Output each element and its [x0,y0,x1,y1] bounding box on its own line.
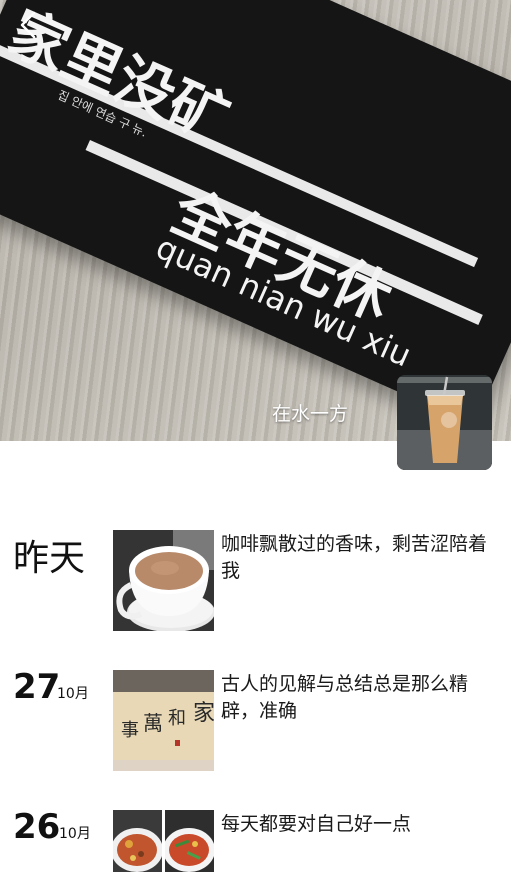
svg-text:和: 和 [168,708,186,729]
post-caption[interactable]: 古人的见解与总结总是那么精辟，准确 [221,671,491,725]
post-photo-dish-2[interactable] [165,810,214,872]
svg-text:萬: 萬 [143,711,163,735]
svg-text:事: 事 [121,720,139,741]
post-caption[interactable]: 咖啡飘散过的香味，剩苦涩陪着我 [221,531,491,585]
moment-post: 昨天 咖啡飘散过的香味，剩苦涩陪着我 [0,529,511,639]
back-chevron-icon[interactable] [14,10,42,40]
post-photo-calligraphy[interactable]: 事 萬 和 家 [113,670,214,771]
post-photo-coffee[interactable] [113,530,214,631]
post-date-month: 10月 [59,826,91,842]
post-date-month: 10月 [57,686,89,702]
post-caption[interactable]: 每天都要对自己好一点 [221,811,491,838]
post-date: 昨天 [13,538,86,579]
post-date-day: 27 [13,667,61,707]
moment-post: 26 10月 每天都要对自己好一点 [0,807,511,872]
moment-post: 27 10月 事 萬 和 家 古人的见解与总结总是那么精辟，准确 [0,667,511,779]
post-photo-dish-1[interactable] [113,810,162,872]
svg-text:家: 家 [193,701,214,726]
avatar[interactable] [397,375,492,470]
profile-name[interactable]: 在水一方 [272,399,348,426]
post-date-day: 26 [13,807,61,847]
